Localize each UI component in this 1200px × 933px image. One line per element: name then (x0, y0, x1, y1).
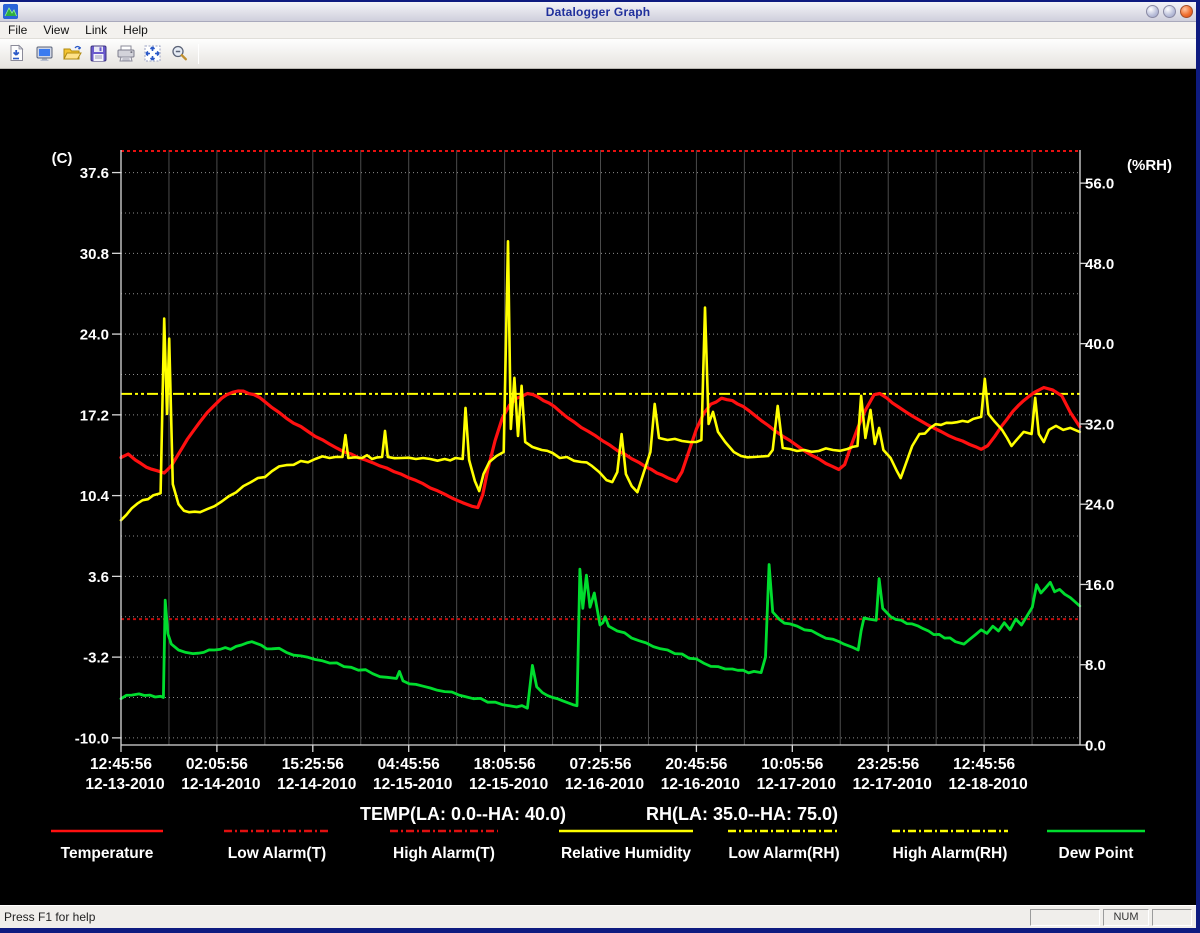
right-axis-tick-label: 16.0 (1085, 577, 1114, 594)
x-axis-date-label: 12-15-2010 (469, 776, 548, 793)
left-axis-tick-label: 37.6 (80, 165, 109, 182)
left-axis-tick-label: 17.2 (80, 407, 109, 424)
x-axis-time-label: 15:25:56 (282, 756, 344, 773)
x-axis-time-label: 10:05:56 (761, 756, 823, 773)
legend-label: Temperature (61, 845, 154, 862)
left-axis-tick-label: -10.0 (75, 730, 109, 747)
right-axis-tick-label: 48.0 (1085, 256, 1114, 273)
download-data-icon (8, 44, 27, 63)
open-file-button[interactable] (58, 41, 85, 66)
save-icon (89, 44, 108, 63)
print-icon (116, 44, 136, 63)
right-axis-unit-label: (%RH) (1127, 157, 1172, 174)
x-axis-time-label: 02:05:56 (186, 756, 248, 773)
zoom-fit-icon (143, 44, 162, 63)
legend-label: Relative Humidity (561, 845, 691, 862)
x-axis-time-label: 12:45:56 (953, 756, 1015, 773)
legend-label: Low Alarm(RH) (728, 845, 839, 862)
x-axis-date-label: 12-17-2010 (757, 776, 836, 793)
datalogger-graph-window: Datalogger Graph File View Link Help (0, 0, 1200, 933)
menu-bar: File View Link Help (0, 22, 1196, 39)
status-help-text: Press F1 for help (4, 910, 1027, 924)
status-cell-empty-2 (1152, 909, 1192, 926)
x-axis-date-label: 12-17-2010 (853, 776, 932, 793)
chart-area: 37.6 30.8 24.0 17.2 10.4 3.6 -3.2 -10.0 (C) 56.0 4… (0, 69, 1196, 905)
left-axis-tick-label: 10.4 (80, 488, 110, 505)
legend-label: Dew Point (1059, 845, 1134, 862)
close-button[interactable] (1180, 5, 1193, 18)
left-axis-tick-label: 3.6 (88, 569, 109, 586)
x-axis-date-label: 12-15-2010 (373, 776, 452, 793)
menu-file[interactable]: File (0, 22, 35, 39)
x-axis-time-label: 12:45:56 (90, 756, 152, 773)
right-axis-tick-label: 32.0 (1085, 416, 1114, 433)
zoom-out-icon (170, 44, 189, 63)
print-button[interactable] (112, 41, 139, 66)
menu-link[interactable]: Link (77, 22, 115, 39)
download-data-button[interactable] (4, 41, 31, 66)
legend-label: High Alarm(RH) (893, 845, 1008, 862)
open-folder-icon (62, 44, 82, 63)
left-axis-tick-label: 30.8 (80, 246, 109, 263)
status-bar: Press F1 for help NUM (0, 905, 1196, 928)
zoom-out-button[interactable] (166, 41, 193, 66)
x-axis-date-label: 12-13-2010 (85, 776, 164, 793)
x-axis-time-label: 04:45:56 (378, 756, 440, 773)
right-axis-tick-label: 56.0 (1085, 176, 1114, 193)
minimize-button[interactable] (1146, 5, 1159, 18)
x-axis-date-label: 12-18-2010 (948, 776, 1027, 793)
toolbar-separator (198, 44, 199, 64)
left-axis-unit-label: (C) (52, 150, 73, 167)
x-axis-time-label: 07:25:56 (569, 756, 631, 773)
zoom-fit-button[interactable] (139, 41, 166, 66)
chart-plot[interactable]: 37.6 30.8 24.0 17.2 10.4 3.6 -3.2 -10.0 (C) 56.0 4… (0, 69, 1196, 905)
x-axis-time-label: 23:25:56 (857, 756, 919, 773)
save-button[interactable] (85, 41, 112, 66)
menu-help[interactable]: Help (115, 22, 156, 39)
x-axis-date-label: 12-14-2010 (181, 776, 260, 793)
right-axis-tick-label: 40.0 (1085, 336, 1114, 353)
x-axis-date-label: 12-16-2010 (565, 776, 644, 793)
legend-label: High Alarm(T) (393, 845, 495, 862)
rh-alarm-caption: RH(LA: 35.0--HA: 75.0) (646, 804, 838, 824)
status-cell-empty-1 (1030, 909, 1100, 926)
menu-view[interactable]: View (35, 22, 77, 39)
right-axis-tick-label: 24.0 (1085, 497, 1114, 514)
status-num-lock-indicator: NUM (1103, 909, 1149, 926)
x-axis-time-label: 18:05:56 (474, 756, 536, 773)
monitor-icon (35, 44, 54, 63)
toolbar (0, 39, 1196, 69)
temp-alarm-caption: TEMP(LA: 0.0--HA: 40.0) (360, 804, 566, 824)
x-axis-date-label: 12-16-2010 (661, 776, 740, 793)
window-title: Datalogger Graph (0, 5, 1196, 19)
x-axis-date-label: 12-14-2010 (277, 776, 356, 793)
legend-label: Low Alarm(T) (228, 845, 326, 862)
title-bar: Datalogger Graph (0, 2, 1196, 22)
realtime-monitor-button[interactable] (31, 41, 58, 66)
x-axis-time-label: 20:45:56 (665, 756, 727, 773)
right-axis-tick-label: 8.0 (1085, 657, 1106, 674)
maximize-button[interactable] (1163, 5, 1176, 18)
left-axis-tick-label: -3.2 (83, 650, 109, 667)
left-axis-tick-label: 24.0 (80, 327, 109, 344)
right-axis-tick-label: 0.0 (1085, 738, 1106, 755)
